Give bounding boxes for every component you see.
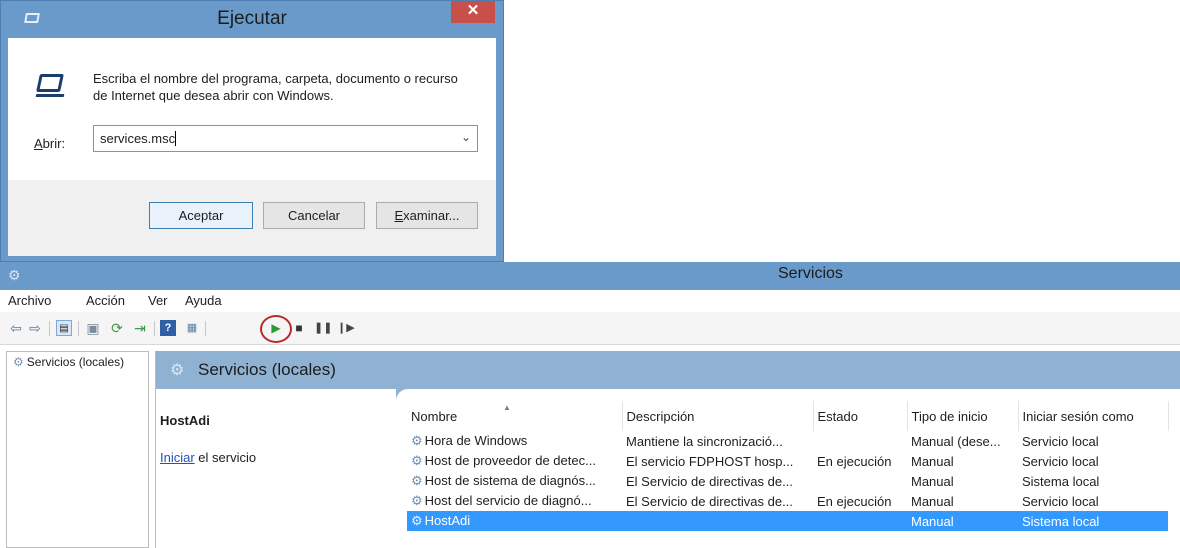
content-header-title: Servicios (locales)	[198, 360, 336, 379]
pause-service-icon[interactable]: ❚❚	[314, 320, 332, 336]
refresh-icon[interactable]: ⟳	[109, 320, 125, 336]
cell-startup-type: Manual (dese...	[911, 433, 1001, 449]
extended-panel: HostAdi Iniciar el servicio	[156, 389, 396, 548]
cell-log-on-as: Sistema local	[1018, 511, 1168, 531]
cell-startup-type: Manual	[911, 493, 954, 509]
tree-item-local-services[interactable]: ⚙ Servicios (locales)	[13, 355, 124, 369]
cell-status	[813, 431, 907, 451]
cell-startup-type: Manual	[907, 511, 1018, 531]
gear-icon: ⚙	[411, 493, 423, 508]
table-row[interactable]: ⚙ Host del servicio de diagnó... El Servi…	[407, 491, 1168, 511]
cell-log-on-as: Servicio local	[1022, 433, 1099, 449]
show-hide-tree-icon[interactable]: ▤	[56, 320, 72, 336]
ok-button[interactable]: Aceptar	[149, 202, 253, 229]
gear-icon: ⚙	[13, 355, 24, 369]
chevron-down-icon[interactable]: ⌄	[461, 130, 471, 144]
cell-description: Mantiene la sincronizació...	[626, 433, 783, 449]
stop-service-icon[interactable]: ■	[291, 320, 307, 336]
console-tree-icon[interactable]: ▦	[184, 320, 200, 336]
close-icon: ✕	[466, 2, 480, 19]
cell-startup-type: Manual	[911, 453, 954, 469]
cell-status	[813, 511, 907, 531]
gear-icon: ⚙	[411, 513, 423, 528]
cell-log-on-as: Servicio local	[1022, 453, 1099, 469]
cell-name: Host de proveedor de detec...	[424, 453, 596, 468]
open-input-value: services.msc	[100, 131, 177, 146]
menu-bar: Archivo Acción Ver Ayuda	[0, 290, 1180, 312]
table-row[interactable]: ⚙ Host de proveedor de detec... El servic…	[407, 451, 1168, 471]
run-titlebar[interactable]: Ejecutar ✕	[1, 1, 503, 37]
run-dialog-footer: Aceptar Cancelar Examinar...	[8, 180, 496, 256]
start-service-line: Iniciar el servicio	[160, 450, 257, 465]
cell-log-on-as: Sistema local	[1022, 473, 1100, 489]
run-description: Escriba el nombre del programa, carpeta,…	[93, 71, 458, 103]
run-dialog-body: Escriba el nombre del programa, carpeta,…	[8, 38, 496, 180]
services-titlebar[interactable]: ⚙ Servicios	[0, 262, 1180, 290]
services-window: ⚙ Servicios Archivo Acción Ver Ayuda ⇦ ⇨…	[0, 262, 1180, 548]
column-header-status[interactable]: Estado	[813, 401, 908, 431]
services-content-pane: ⚙ Servicios (locales) HostAdi Iniciar el…	[155, 351, 1180, 548]
cell-status: En ejecución	[817, 453, 892, 469]
services-window-title: Servicios	[778, 265, 843, 282]
menu-ver[interactable]: Ver	[148, 293, 168, 308]
column-header-startup-type[interactable]: Tipo de inicio	[907, 401, 1019, 431]
sort-ascending-icon: ▲	[503, 403, 511, 412]
gear-icon: ⚙	[8, 267, 21, 283]
resume-service-icon[interactable]: ❙▶	[337, 320, 355, 336]
toolbar: ⇦ ⇨ ▤ ▣ ⟳ ⇥ ? ▦ ▶ ■ ❚❚ ❙▶	[0, 312, 1180, 345]
services-list: ▲ Nombre Descripción Estado Tipo de inici…	[407, 401, 1169, 531]
menu-ayuda[interactable]: Ayuda	[185, 293, 222, 308]
browse-button[interactable]: Examinar...	[376, 202, 478, 229]
run-program-icon	[34, 72, 66, 98]
gear-icon: ⚙	[411, 433, 423, 448]
table-row-selected[interactable]: ⚙ HostAdi Manual Sistema local	[407, 511, 1168, 531]
start-service-link[interactable]: Iniciar	[160, 450, 195, 465]
gear-icon: ⚙	[411, 453, 423, 468]
cell-description	[622, 511, 813, 531]
gear-icon: ⚙	[411, 473, 423, 488]
forward-arrow-icon[interactable]: ⇨	[27, 320, 43, 336]
cell-name: HostAdi	[424, 513, 471, 528]
open-input[interactable]: services.msc ⌄	[93, 125, 478, 152]
selected-service-name: HostAdi	[160, 413, 210, 428]
properties-icon[interactable]: ▣	[85, 320, 101, 336]
column-header-name[interactable]: ▲ Nombre	[407, 401, 623, 431]
cell-status	[813, 471, 907, 491]
menu-accion[interactable]: Acción	[86, 293, 125, 308]
cell-description: El servicio FDPHOST hosp...	[626, 453, 794, 469]
console-tree: ⚙ Servicios (locales)	[6, 351, 149, 548]
cell-log-on-as: Servicio local	[1022, 493, 1099, 509]
cell-startup-type: Manual	[911, 473, 954, 489]
menu-archivo[interactable]: Archivo	[8, 293, 51, 308]
cell-description: El Servicio de directivas de...	[626, 493, 793, 509]
column-header-log-on-as[interactable]: Iniciar sesión como	[1018, 401, 1169, 431]
run-dialog-title: Ejecutar	[217, 8, 287, 29]
close-button[interactable]: ✕	[451, 1, 495, 23]
open-label: Abrir:	[34, 136, 66, 151]
content-header: ⚙ Servicios (locales)	[156, 351, 1180, 389]
help-icon[interactable]: ?	[160, 320, 176, 336]
list-header: ▲ Nombre Descripción Estado Tipo de inici…	[407, 401, 1169, 431]
back-arrow-icon[interactable]: ⇦	[8, 320, 24, 336]
gear-icon: ⚙	[170, 362, 185, 379]
run-dialog: Ejecutar ✕ Escriba el nombre del program…	[0, 0, 504, 262]
cancel-button[interactable]: Cancelar	[263, 202, 365, 229]
table-row[interactable]: ⚙ Hora de Windows Mantiene la sincronizac…	[407, 431, 1168, 451]
table-row[interactable]: ⚙ Host de sistema de diagnós... El Servic…	[407, 471, 1168, 491]
export-list-icon[interactable]: ⇥	[132, 320, 148, 336]
start-service-icon[interactable]: ▶	[268, 320, 284, 336]
cell-name: Host del servicio de diagnó...	[424, 493, 592, 508]
cell-description: El Servicio de directivas de...	[626, 473, 793, 489]
column-header-description[interactable]: Descripción	[622, 401, 814, 431]
cell-name: Host de sistema de diagnós...	[424, 473, 596, 488]
cell-status: En ejecución	[817, 493, 892, 509]
cell-name: Hora de Windows	[424, 433, 528, 448]
